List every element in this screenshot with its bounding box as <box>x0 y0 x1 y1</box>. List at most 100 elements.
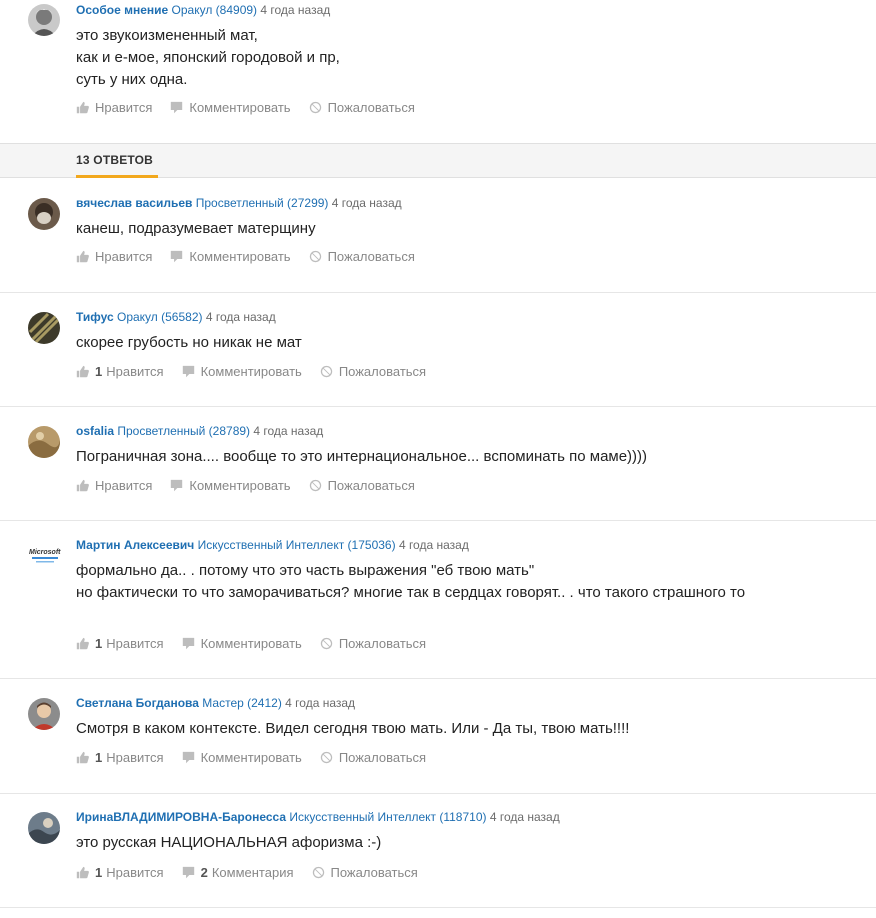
answer-post: osfalia Просветленный (28789) 4 года наз… <box>0 407 876 521</box>
post-text: канеш, подразумевает матерщину <box>76 220 316 237</box>
report-label: Пожаловаться <box>330 865 418 880</box>
avatar[interactable]: Microsoft <box>28 540 62 572</box>
author-link[interactable]: Мартин Алексеевич <box>76 538 194 552</box>
microsoft-logo-text: Microsoft <box>29 549 61 556</box>
like-button[interactable]: Нравится <box>76 478 152 493</box>
like-label: Нравится <box>106 636 164 651</box>
author-rank[interactable]: Оракул (84909) <box>172 3 258 17</box>
comment-label: Комментировать <box>189 249 291 264</box>
comment-icon <box>182 751 194 764</box>
answers-tab-bar: 13 ОТВЕТОВ <box>0 143 876 178</box>
comment-button[interactable]: Комментировать <box>182 636 302 651</box>
post-meta: Особое мнение Оракул (84909) 4 года наза… <box>76 3 330 17</box>
report-button[interactable]: Пожаловаться <box>309 478 415 493</box>
report-button[interactable]: Пожаловаться <box>312 865 418 880</box>
author-link[interactable]: вячеслав васильев <box>76 196 192 210</box>
comment-icon <box>182 866 194 879</box>
author-link[interactable]: ИринаВЛАДИМИРОВНА-Баронесса <box>76 810 286 824</box>
report-label: Пожаловаться <box>327 478 415 493</box>
post-time: 4 года назад <box>285 696 356 710</box>
author-link[interactable]: Светлана Богданова <box>76 696 199 710</box>
post-meta: osfalia Просветленный (28789) 4 года наз… <box>76 424 323 438</box>
like-button[interactable]: Нравится <box>76 100 152 115</box>
like-button[interactable]: 1 Нравится <box>76 364 164 379</box>
answers-count-tab[interactable]: 13 ОТВЕТОВ <box>76 153 153 167</box>
avatar[interactable] <box>28 698 60 730</box>
report-button[interactable]: Пожаловаться <box>320 636 426 651</box>
answer-post: ИринаВЛАДИМИРОВНА-Баронесса Искусственны… <box>0 794 876 908</box>
avatar[interactable] <box>28 312 60 344</box>
comment-label: Комментировать <box>200 750 302 765</box>
comment-button[interactable]: Комментировать <box>170 249 291 264</box>
like-button[interactable]: 1 Нравится <box>76 636 164 651</box>
report-label: Пожаловаться <box>327 100 415 115</box>
post-meta: вячеслав васильев Просветленный (27299) … <box>76 196 402 210</box>
avatar[interactable] <box>28 198 60 230</box>
comment-count: 2 <box>200 865 208 880</box>
author-rank[interactable]: Искусственный Интеллект (175036) <box>198 538 396 552</box>
report-label: Пожаловаться <box>338 750 427 765</box>
like-label: Нравится <box>106 865 164 880</box>
like-button[interactable]: 1 Нравится <box>76 865 164 880</box>
like-label: Нравится <box>106 750 164 765</box>
post-meta: ИринаВЛАДИМИРОВНА-Баронесса Искусственны… <box>76 810 560 824</box>
comment-label: Комментировать <box>189 478 291 493</box>
author-rank[interactable]: Просветленный (27299) <box>196 196 329 210</box>
comment-button[interactable]: Комментировать <box>170 100 291 115</box>
author-link[interactable]: Особое мнение <box>76 3 168 17</box>
like-count: 1 <box>95 364 103 379</box>
like-count: 1 <box>95 636 103 651</box>
answer-post: Тифус Оракул (56582) 4 года назад скорее… <box>0 293 876 407</box>
report-button[interactable]: Пожаловаться <box>309 100 415 115</box>
like-label: Нравится <box>95 100 153 115</box>
post-actions: Нравится Комментировать Пожаловаться <box>76 478 433 493</box>
author-link[interactable]: osfalia <box>76 424 114 438</box>
author-rank[interactable]: Просветленный (28789) <box>117 424 250 438</box>
report-icon <box>309 479 321 492</box>
author-link[interactable]: Тифус <box>76 310 114 324</box>
post-text: скорее грубость но никак не мат <box>76 334 302 351</box>
report-label: Пожаловаться <box>338 364 427 379</box>
author-rank[interactable]: Мастер (2412) <box>202 696 282 710</box>
answer-post: вячеслав васильев Просветленный (27299) … <box>0 178 876 293</box>
post-actions: 1 Нравится Комментировать Пожаловаться <box>76 750 444 765</box>
comment-icon <box>171 479 183 492</box>
comment-button[interactable]: Комментировать <box>182 750 302 765</box>
author-rank[interactable]: Оракул (56582) <box>117 310 203 324</box>
post-meta: Тифус Оракул (56582) 4 года назад <box>76 310 276 324</box>
like-button[interactable]: Нравится <box>76 249 152 264</box>
like-label: Нравится <box>95 478 153 493</box>
answer-post: Microsoft Мартин Алексеевич Искусственны… <box>0 521 876 679</box>
comment-icon <box>182 365 194 378</box>
thumbs-up-icon <box>76 479 89 492</box>
avatar[interactable] <box>28 812 60 844</box>
comment-label: Комментировать <box>189 100 291 115</box>
avatar[interactable] <box>28 426 60 458</box>
post-actions: Нравится Комментировать Пожаловаться <box>76 249 433 264</box>
post-time: 4 года назад <box>205 310 276 324</box>
post-actions: 1 Нравится Комментировать Пожаловаться <box>76 364 444 379</box>
report-button[interactable]: Пожаловаться <box>320 364 426 379</box>
question-post: Особое мнение Оракул (84909) 4 года наза… <box>0 0 876 143</box>
avatar[interactable] <box>28 4 60 36</box>
answer-post: Светлана Богданова Мастер (2412) 4 года … <box>0 679 876 794</box>
report-icon <box>320 365 332 378</box>
comment-icon <box>182 637 194 650</box>
comment-button[interactable]: Комментировать <box>170 478 291 493</box>
author-rank[interactable]: Искусственный Интеллект (118710) <box>289 810 486 824</box>
post-meta: Светлана Богданова Мастер (2412) 4 года … <box>76 696 355 710</box>
post-time: 4 года назад <box>260 3 331 17</box>
post-text: Пограничная зона.... вообще то это интер… <box>76 448 648 465</box>
comment-button[interactable]: 2 Комментария <box>182 865 294 880</box>
like-label: Нравится <box>95 249 153 264</box>
post-text: это звукоизмененный мат, как и е-мое, яп… <box>76 27 340 88</box>
report-button[interactable]: Пожаловаться <box>320 750 426 765</box>
comment-button[interactable]: Комментировать <box>182 364 302 379</box>
comment-icon <box>171 101 183 114</box>
report-label: Пожаловаться <box>338 636 427 651</box>
post-time: 4 года назад <box>398 538 469 552</box>
report-label: Пожаловаться <box>327 249 415 264</box>
report-button[interactable]: Пожаловаться <box>309 249 415 264</box>
like-button[interactable]: 1 Нравится <box>76 750 164 765</box>
thumbs-up-icon <box>76 101 89 114</box>
